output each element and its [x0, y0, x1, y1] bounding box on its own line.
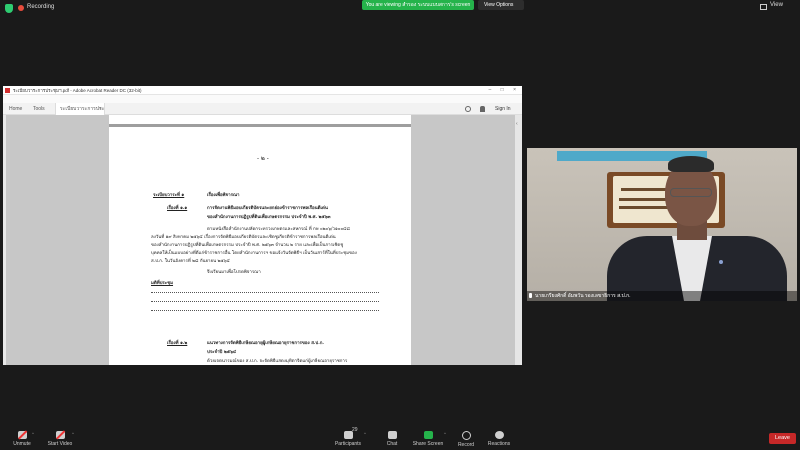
- bell-icon[interactable]: [480, 106, 485, 112]
- acrobat-titlebar: ระเบียบวาระการประชุมฯ.pdf - Adobe Acroba…: [3, 86, 522, 95]
- acrobat-window-title: ระเบียบวาระการประชุมฯ.pdf - Adobe Acroba…: [13, 88, 142, 93]
- participants-label: Participants: [334, 441, 362, 447]
- audio-options-caret[interactable]: ^: [32, 431, 34, 436]
- person-glasses: [670, 188, 712, 197]
- body-line-1: ตามหนังสือสำนักงานปลัดกระทรวงเกษตรและสหก…: [207, 227, 350, 232]
- participant-name: นายเกรียงศักดิ์ อัมพวัน รองเลขาธิการ ส.ป…: [535, 293, 631, 299]
- item-12-title-2: ประจำปี ๒๕๖๔: [207, 350, 237, 355]
- start-video-button[interactable]: Start Video: [38, 425, 82, 447]
- right-panel[interactable]: ‹: [515, 115, 522, 365]
- meeting-topbar: Recording You are viewing สำรอง ระบบแบบส…: [0, 0, 800, 16]
- dotted-line: [151, 292, 379, 293]
- tab-document[interactable]: ระเบียบวาระการประชุ...: [55, 103, 105, 115]
- pdf-icon: [5, 88, 10, 93]
- reactions-label: Reactions: [487, 441, 511, 447]
- record-dot-icon: [18, 5, 24, 11]
- view-options-button[interactable]: View Options: [478, 0, 524, 10]
- person-badge: [719, 260, 723, 264]
- view-button[interactable]: View: [770, 2, 783, 8]
- mic-icon: [529, 293, 532, 298]
- body-line-4: บุคคลให้เป็นแบบอย่างที่ดีแก่ข้าราชการอื่…: [151, 251, 357, 256]
- shield-icon[interactable]: [5, 4, 13, 13]
- share-screen-icon: [423, 431, 433, 439]
- grid-view-icon[interactable]: [760, 4, 767, 10]
- body-line-5: ส.ป.ก. ในวันอังคารที่ ๒๘ กันยายน ๒๕๖๔: [151, 259, 230, 264]
- item-12-title-1: แนวทางการจัดพิธีเกษียณอายุผู้เกษียณอายุร…: [207, 341, 324, 346]
- item-11-title-2: ของสำนักงานการปฏิรูปที่ดินเพื่อเกษตรกรรม…: [207, 215, 331, 220]
- participants-count: 29: [352, 427, 358, 433]
- dotted-line: [151, 301, 379, 302]
- chevron-left-icon[interactable]: ‹: [516, 121, 518, 127]
- shared-screen-acrobat: ระเบียบวาระการประชุมฯ.pdf - Adobe Acroba…: [3, 86, 522, 365]
- agenda-1-title: เรื่องเพื่อพิจารณา: [207, 193, 240, 198]
- body-line-6: จึงเรียนมาเพื่อโปรดพิจารณา: [207, 270, 261, 275]
- item-11-title-1: การจัดงานพิธีมอบเกียรติบัตรและยกย่องข้าร…: [207, 206, 328, 211]
- body-line-2: ลงวันที่ ๑๙ สิงหาคม ๒๕๖๔ เรื่องการจัดพิธ…: [151, 235, 336, 240]
- start-video-label: Start Video: [47, 441, 73, 447]
- zoom-meeting-window: Recording You are viewing สำรอง ระบบแบบส…: [0, 0, 800, 450]
- viewing-banner: You are viewing สำรอง ระบบแบบสการ's scre…: [362, 0, 474, 10]
- agenda-1-label: ระเบียบวาระที่ ๑: [153, 193, 185, 198]
- leave-button[interactable]: Leave: [769, 433, 796, 444]
- person-hair: [668, 156, 714, 172]
- left-panel-toggle[interactable]: [3, 115, 6, 365]
- recording-label: Recording: [27, 4, 55, 10]
- body-line-7: ด้วยเจตนารมณ์ของ ส.ป.ก. จะจัดพิธีแสดงมุท…: [207, 359, 348, 364]
- page-number: - ๒ -: [257, 155, 269, 162]
- record-icon: [461, 431, 471, 440]
- meeting-toolbar: Unmute ^ Start Video ^ 29 Participants ^…: [0, 425, 800, 450]
- smiley-plus-icon: [494, 431, 504, 439]
- window-controls[interactable]: – □ ×: [489, 87, 521, 93]
- pdf-page: - ๒ - ระเบียบวาระที่ ๑ เรื่องเพื่อพิจารณ…: [109, 115, 411, 365]
- close-tab-icon[interactable]: ×: [99, 103, 102, 115]
- sign-in-button[interactable]: Sign In: [495, 103, 511, 115]
- participant-video-tile[interactable]: นายเกรียงศักดิ์ อัมพวัน รองเลขาธิการ ส.ป…: [527, 148, 797, 301]
- page-divider: [109, 124, 411, 127]
- chat-icon: [387, 431, 397, 439]
- acrobat-tabbar: Home Tools ระเบียบวาระการประชุ... × Sign…: [3, 103, 522, 115]
- participants-options-caret[interactable]: ^: [364, 431, 366, 436]
- video-camera-off-icon: [55, 430, 65, 440]
- help-icon[interactable]: [465, 106, 471, 112]
- document-viewport[interactable]: ‹ - ๒ - ระเบียบวาระที่ ๑ เรื่องเพื่อพิจา…: [3, 115, 522, 365]
- reactions-button[interactable]: Reactions: [477, 425, 521, 447]
- microphone-muted-icon: [17, 430, 27, 440]
- participants-button[interactable]: 29 Participants: [326, 425, 370, 447]
- video-options-caret[interactable]: ^: [72, 431, 74, 436]
- resolution-label: มติที่ประชุม: [151, 281, 174, 286]
- acrobat-menubar: File Edit View Sign Window Help: [3, 95, 522, 109]
- dotted-line: [151, 310, 379, 311]
- body-line-3: ของสำนักงานการปฏิรูปที่ดินเพื่อเกษตรกรรม…: [151, 243, 344, 248]
- tab-home[interactable]: Home: [5, 103, 26, 115]
- tab-tools[interactable]: Tools: [29, 103, 49, 115]
- item-12-label: เรื่องที่ ๑.๒: [167, 341, 188, 346]
- item-11-label: เรื่องที่ ๑.๑: [167, 206, 188, 211]
